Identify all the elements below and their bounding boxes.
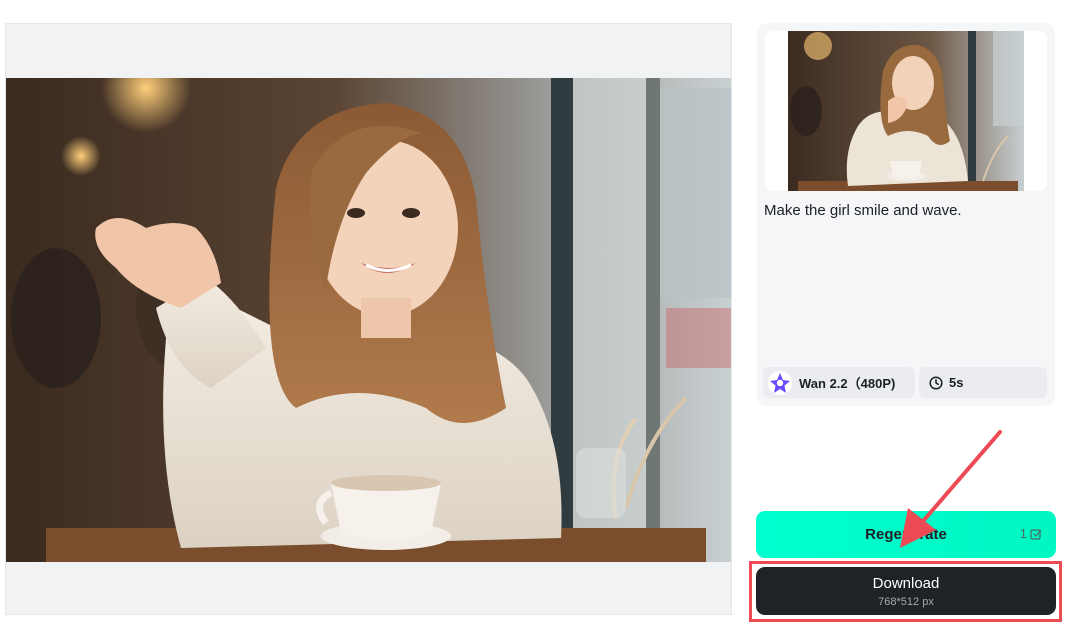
model-label: Wan 2.2（480P) (799, 376, 896, 391)
duration-label: 5s (949, 375, 964, 390)
regenerate-button[interactable]: Regenerate 1 (756, 511, 1056, 558)
regenerate-label: Regenerate (865, 526, 947, 543)
model-chip: Wan 2.2（480P) (763, 367, 915, 398)
prompt-text: Make the girl smile and wave. (764, 202, 962, 219)
clock-icon (929, 375, 943, 390)
generation-details-card: Make the girl smile and wave. Wan 2.2（48… (757, 23, 1055, 406)
download-resolution: 768*512 px (878, 595, 934, 608)
download-label: Download (872, 574, 940, 592)
credit-icon (1030, 528, 1042, 540)
regenerate-cost-value: 1 (1019, 526, 1027, 541)
regenerate-cost: 1 (1020, 526, 1042, 541)
model-logo-icon (767, 370, 793, 396)
video-result-view: Make the girl smile and wave. Wan 2.2（48… (0, 0, 1065, 630)
duration-chip: 5s (919, 367, 1047, 398)
source-image (788, 31, 1024, 191)
video-preview-panel (5, 23, 732, 615)
source-image-thumbnail[interactable] (765, 31, 1047, 191)
generated-video-frame[interactable] (6, 78, 731, 562)
download-button[interactable]: Download 768*512 px (756, 567, 1056, 615)
